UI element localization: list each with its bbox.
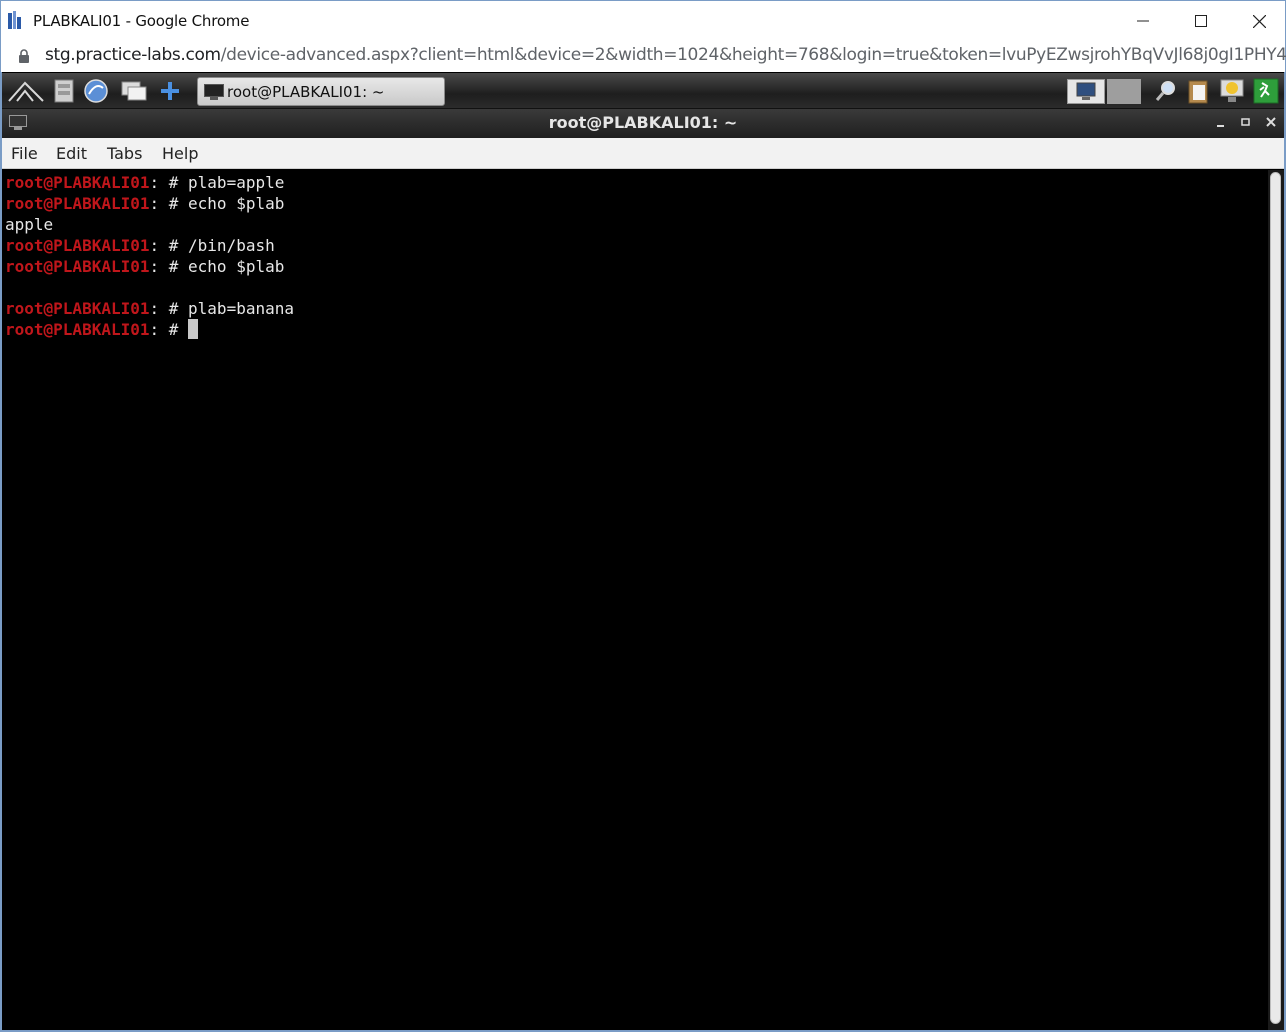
- scrollbar-thumb[interactable]: [1270, 172, 1281, 1024]
- terminal-titlebar[interactable]: root@PLABKALI01: ~: [2, 109, 1284, 138]
- url-path: /device-advanced.aspx?client=html&device…: [220, 45, 1286, 65]
- terminal-line: root@PLABKALI01: # plab=banana: [5, 298, 294, 319]
- prompt: root@PLABKALI01: [5, 173, 150, 192]
- workspace-1[interactable]: [1067, 79, 1105, 104]
- show-desktop-icon: [121, 81, 147, 101]
- prompt-suffix: : #: [149, 257, 189, 276]
- minimize-button[interactable]: [1115, 1, 1171, 41]
- url-text[interactable]: stg.practice-labs.com/device-advanced.as…: [45, 45, 1286, 65]
- add-launcher-button[interactable]: [156, 78, 184, 104]
- prompt: root@PLABKALI01: [5, 236, 150, 255]
- text-cursor: [188, 319, 199, 339]
- clipboard-icon: [1188, 80, 1208, 104]
- search-button[interactable]: [1152, 78, 1180, 104]
- terminal-close-button[interactable]: [1264, 114, 1278, 130]
- prompt: root@PLABKALI01: [5, 299, 150, 318]
- workspace-2[interactable]: [1107, 79, 1141, 104]
- search-icon: [1155, 81, 1175, 101]
- browser-titlebar: PLABKALI01 - Google Chrome: [0, 0, 1286, 40]
- show-desktop-button[interactable]: [120, 78, 148, 104]
- prompt: root@PLABKALI01: [5, 320, 150, 339]
- minimize-icon: [1137, 20, 1149, 22]
- browser-icon: [84, 79, 108, 103]
- logout-button[interactable]: [1252, 78, 1280, 104]
- terminal-minimize-button[interactable]: [1214, 114, 1228, 130]
- file-manager-button[interactable]: [50, 78, 78, 104]
- terminal-line: root@PLABKALI01: # /bin/bash: [5, 235, 275, 256]
- terminal-title: root@PLABKALI01: ~: [548, 113, 738, 132]
- prompt: root@PLABKALI01: [5, 194, 150, 213]
- kali-top-panel: root@PLABKALI01: ~: [2, 73, 1284, 109]
- terminal-line: root@PLABKALI01: # echo $plab: [5, 193, 284, 214]
- minimize-icon: [1217, 125, 1224, 127]
- terminal-line: root@PLABKALI01: # echo $plab: [5, 256, 284, 277]
- add-icon: [161, 82, 179, 100]
- kali-menu-button[interactable]: [6, 78, 46, 104]
- menu-file[interactable]: File: [11, 144, 38, 163]
- maximize-button[interactable]: [1173, 1, 1229, 41]
- app-logo-icon: [8, 11, 21, 29]
- output-text: apple: [5, 215, 54, 234]
- command-text: echo $plab: [188, 194, 285, 213]
- lock-icon: [19, 49, 29, 63]
- terminal-body[interactable]: root@PLABKALI01: # plab=apple root@PLABK…: [2, 170, 1268, 1030]
- menu-help[interactable]: Help: [162, 144, 198, 163]
- terminal-icon: [204, 84, 224, 100]
- close-icon: [1266, 117, 1276, 127]
- terminal-scrollbar[interactable]: [1268, 170, 1284, 1030]
- menu-tabs[interactable]: Tabs: [107, 144, 142, 163]
- command-text: plab=apple: [188, 173, 285, 192]
- maximize-icon: [1195, 15, 1207, 27]
- prompt-suffix: : #: [149, 194, 189, 213]
- command-text: /bin/bash: [188, 236, 275, 255]
- terminal-menubar: File Edit Tabs Help: [2, 138, 1284, 169]
- browser-button[interactable]: [82, 78, 110, 104]
- monitor-icon: [1076, 82, 1096, 100]
- taskbar-terminal-button[interactable]: root@PLABKALI01: ~: [197, 77, 445, 106]
- menu-edit[interactable]: Edit: [56, 144, 87, 163]
- prompt-suffix: : #: [149, 320, 189, 339]
- clipboard-button[interactable]: [1184, 78, 1212, 104]
- command-text: echo $plab: [188, 257, 285, 276]
- address-bar[interactable]: stg.practice-labs.com/device-advanced.as…: [0, 40, 1286, 72]
- command-text: plab=banana: [188, 299, 294, 318]
- file-manager-icon: [54, 79, 74, 103]
- close-icon: [1252, 14, 1266, 28]
- terminal-maximize-button[interactable]: [1239, 114, 1253, 130]
- prompt-suffix: : #: [149, 299, 189, 318]
- taskbar-terminal-label: root@PLABKALI01: ~: [227, 83, 385, 101]
- terminal-line: root@PLABKALI01: # plab=apple: [5, 172, 284, 193]
- terminal-line: root@PLABKALI01: #: [5, 319, 199, 340]
- terminal-line: apple: [5, 214, 53, 235]
- notification-icon: [1220, 79, 1244, 102]
- window-title: PLABKALI01 - Google Chrome: [33, 12, 250, 30]
- close-button[interactable]: [1231, 1, 1286, 41]
- prompt-suffix: : #: [149, 173, 189, 192]
- prompt-suffix: : #: [149, 236, 189, 255]
- maximize-icon: [1241, 118, 1250, 126]
- kali-menu-icon: [8, 81, 44, 102]
- notification-button[interactable]: [1218, 78, 1246, 104]
- logout-icon: [1253, 78, 1279, 104]
- prompt: root@PLABKALI01: [5, 257, 150, 276]
- url-host: stg.practice-labs.com: [45, 45, 221, 65]
